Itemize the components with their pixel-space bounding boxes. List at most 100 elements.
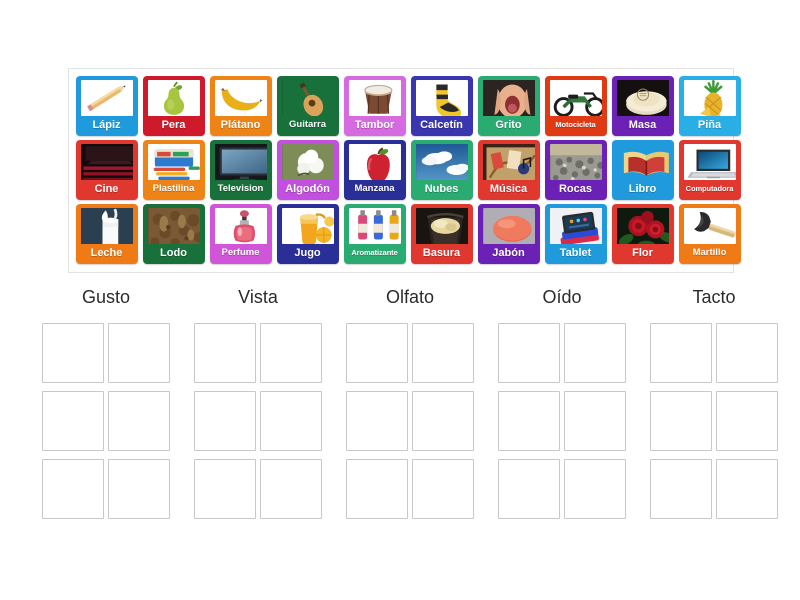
tile-label: Motocicleta (555, 120, 596, 129)
drop-slot[interactable] (260, 391, 322, 451)
tile-label: Música (489, 183, 528, 195)
draggable-tile[interactable]: Leche (75, 204, 138, 264)
drop-slot[interactable] (716, 391, 778, 451)
draggable-tile[interactable]: Perfume (209, 204, 272, 264)
drop-slot[interactable] (650, 323, 712, 383)
tile-label: Piña (697, 119, 722, 131)
category-column: Tacto (638, 286, 790, 519)
tile-label: Rocas (558, 183, 593, 195)
drop-slot[interactable] (412, 391, 474, 451)
draggable-tile[interactable]: Guitarra (276, 76, 339, 136)
tile-label: Nubes (424, 183, 459, 195)
category-column: Oído (486, 286, 638, 519)
draggable-tile[interactable]: Martillo (678, 204, 741, 264)
category-column: Vista (182, 286, 334, 519)
draggable-tile[interactable]: Nubes (410, 140, 473, 200)
drop-slot[interactable] (716, 323, 778, 383)
draggable-tile[interactable]: Motocicleta (544, 76, 607, 136)
draggable-tile[interactable]: Grito (477, 76, 540, 136)
draggable-tile[interactable]: Computadora (678, 140, 741, 200)
milk-icon (80, 208, 133, 244)
flower-icon (616, 208, 669, 244)
draggable-tile[interactable]: Tambor (343, 76, 406, 136)
draggable-tile[interactable]: Basura (410, 204, 473, 264)
drop-slot[interactable] (650, 391, 712, 451)
drop-slot[interactable] (194, 391, 256, 451)
tile-label: Guitarra (289, 119, 326, 130)
drop-slot[interactable] (346, 391, 408, 451)
tile-label: Tablet (559, 247, 592, 259)
tile-row: Leche Lodo Perfume Jugo Aromatizante Basura Ja… (73, 202, 741, 266)
air-freshener-icon (348, 208, 401, 244)
rocks-icon (549, 144, 602, 180)
drop-slot[interactable] (498, 459, 560, 519)
drop-slot[interactable] (42, 323, 104, 383)
tile-label: Masa (628, 119, 657, 131)
laptop-icon (683, 144, 736, 180)
draggable-tile[interactable]: Tablet (544, 204, 607, 264)
drop-slot[interactable] (498, 323, 560, 383)
cotton-icon (281, 144, 334, 180)
drop-slot[interactable] (108, 323, 170, 383)
pear-icon (147, 80, 200, 116)
draggable-tile[interactable]: Lápiz (75, 76, 138, 136)
draggable-tile[interactable]: Rocas (544, 140, 607, 200)
draggable-tile[interactable]: Algodón (276, 140, 339, 200)
drop-slot[interactable] (108, 459, 170, 519)
tile-label: Jugo (294, 247, 321, 259)
drop-slot[interactable] (194, 323, 256, 383)
draggable-tile[interactable]: Aromatizante (343, 204, 406, 264)
category-title: Oído (542, 287, 582, 307)
draggable-tile[interactable]: Manzana (343, 140, 406, 200)
drop-slot[interactable] (716, 459, 778, 519)
pineapple-icon (683, 80, 736, 116)
drop-slot[interactable] (108, 391, 170, 451)
tile-label: Calcetín (420, 119, 463, 131)
drop-slot[interactable] (564, 323, 626, 383)
draggable-tile[interactable]: Jabón (477, 204, 540, 264)
draggable-tile[interactable]: Piña (678, 76, 741, 136)
drop-slot[interactable] (194, 459, 256, 519)
tile-label: Basura (422, 247, 461, 259)
draggable-tile[interactable]: Libro (611, 140, 674, 200)
category-title: Gusto (81, 287, 131, 307)
drop-slot[interactable] (260, 323, 322, 383)
drop-slot[interactable] (346, 323, 408, 383)
drop-slot[interactable] (260, 459, 322, 519)
draggable-tile[interactable]: Television (209, 140, 272, 200)
draggable-tile[interactable]: Música (477, 140, 540, 200)
drop-slot[interactable] (650, 459, 712, 519)
draggable-tile[interactable]: Calcetín (410, 76, 473, 136)
tile-label: Tambor (354, 119, 395, 131)
draggable-tile[interactable]: Lodo (142, 204, 205, 264)
drop-slot[interactable] (42, 459, 104, 519)
drop-slot[interactable] (42, 391, 104, 451)
drum-icon (348, 80, 401, 116)
drop-slot[interactable] (564, 391, 626, 451)
tile-label: Plátano (220, 119, 261, 131)
motorcycle-icon (549, 80, 602, 116)
tile-label: Martillo (692, 247, 727, 258)
juice-icon (281, 208, 334, 244)
draggable-tile[interactable]: Pera (142, 76, 205, 136)
television-icon (214, 144, 267, 180)
apple-icon (348, 144, 401, 180)
draggable-tile[interactable]: Plátano (209, 76, 272, 136)
slot-grid (194, 323, 322, 519)
draggable-tile[interactable]: Jugo (276, 204, 339, 264)
tile-label: Cine (94, 183, 119, 195)
drop-slot[interactable] (564, 459, 626, 519)
drop-slot[interactable] (346, 459, 408, 519)
tile-row: Lápiz Pera Plátano Guitarra Tambor Calcetín Gr… (73, 74, 741, 138)
draggable-tile[interactable]: Plastilina (142, 140, 205, 200)
draggable-tile[interactable]: Cine (75, 140, 138, 200)
drop-slot[interactable] (412, 459, 474, 519)
tile-label: Grito (495, 119, 522, 131)
draggable-tile[interactable]: Flor (611, 204, 674, 264)
slot-grid (498, 323, 626, 519)
draggable-tile[interactable]: Masa (611, 76, 674, 136)
tile-label: Lodo (160, 247, 187, 259)
tile-label: Television (217, 183, 264, 194)
drop-slot[interactable] (498, 391, 560, 451)
drop-slot[interactable] (412, 323, 474, 383)
